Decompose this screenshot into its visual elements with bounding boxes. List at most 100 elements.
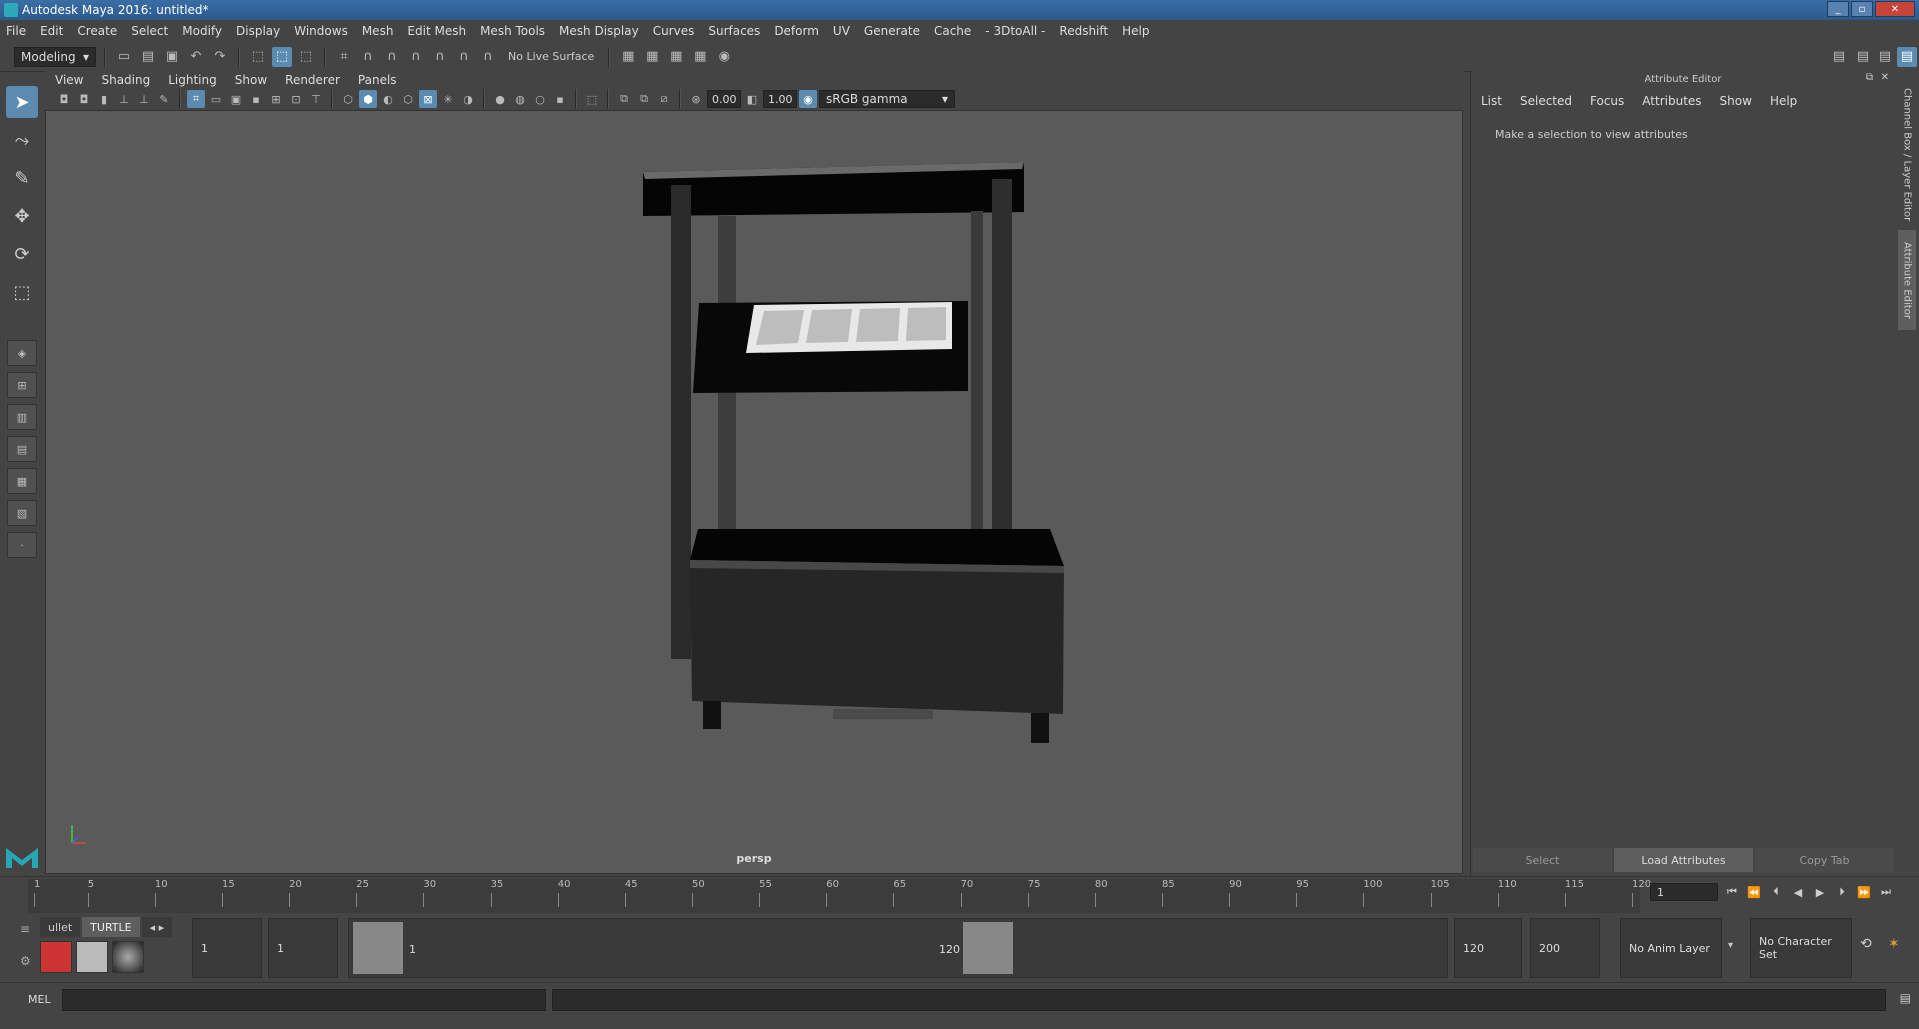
layout-icon[interactable]: ▤ (1829, 47, 1849, 67)
camera-icon[interactable]: ◘ (55, 90, 73, 108)
bookmark-icon[interactable]: ▮ (95, 90, 113, 108)
live-surface-label[interactable]: No Live Surface (508, 50, 594, 63)
lasso-tool-icon[interactable]: ⤳ (6, 124, 38, 156)
smooth-shade-icon[interactable]: ⬢ (359, 90, 377, 108)
range-start-handle[interactable] (353, 922, 403, 974)
attr-menu-focus[interactable]: Focus (1590, 94, 1624, 108)
render-settings-icon[interactable]: ▦ (618, 47, 638, 67)
chevron-down-icon[interactable]: ▾ (1728, 940, 1733, 951)
menu-surfaces[interactable]: Surfaces (708, 24, 760, 38)
panel-menu-panels[interactable]: Panels (358, 73, 397, 87)
hypershade-icon[interactable]: ◉ (714, 47, 734, 67)
playback-start-field[interactable]: 1 (268, 918, 338, 978)
ipr-render-icon[interactable]: ▦ (690, 47, 710, 67)
menu-uv[interactable]: UV (833, 24, 850, 38)
menu-file[interactable]: File (6, 24, 26, 38)
menu-mesh-display[interactable]: Mesh Display (559, 24, 639, 38)
turtle-sphere-icon[interactable] (112, 941, 144, 973)
menu-display[interactable]: Display (236, 24, 280, 38)
menu-edit-mesh[interactable]: Edit Mesh (407, 24, 466, 38)
range-end-handle[interactable] (963, 922, 1013, 974)
scale-tool-icon[interactable]: ⬚ (6, 276, 38, 308)
render-view-icon[interactable]: ▦ (642, 47, 662, 67)
attribute-editor-tab[interactable]: Attribute Editor (1898, 230, 1916, 330)
exposure-field[interactable]: 0.00 (707, 90, 741, 108)
shadows-icon[interactable]: ◑ (459, 90, 477, 108)
maximize-icon[interactable]: ▫ (1851, 1, 1873, 17)
turtle-render-icon[interactable] (40, 941, 72, 973)
menu-curves[interactable]: Curves (653, 24, 695, 38)
menu-deform[interactable]: Deform (774, 24, 819, 38)
undo-icon[interactable]: ↶ (186, 47, 206, 67)
select-tool-icon[interactable]: ➤ (6, 86, 38, 118)
exposure-icon[interactable]: ⊛ (687, 90, 705, 108)
new-scene-icon[interactable]: ▭ (114, 47, 134, 67)
menu-help[interactable]: Help (1122, 24, 1149, 38)
float-panel-icon[interactable]: ⧉ (1866, 72, 1873, 83)
view-transform-dropdown[interactable]: sRGB gamma ▾ (819, 90, 955, 108)
close-icon[interactable]: ✕ (1875, 1, 1915, 17)
ambient-occlusion-icon[interactable]: ● (491, 90, 509, 108)
turtle-bake-icon[interactable] (76, 941, 108, 973)
play-backwards-icon[interactable]: ◀ (1790, 884, 1806, 900)
channel-box-icon[interactable]: ▤ (1897, 46, 1917, 67)
step-forward-frame-icon[interactable]: ⏵ (1834, 884, 1850, 900)
xray-active-icon[interactable]: ⧉ (635, 90, 653, 108)
more-layouts-icon[interactable]: · (7, 532, 37, 558)
single-pane-layout-icon[interactable]: ◈ (7, 340, 37, 366)
outliner-icon[interactable]: ▤ (1853, 47, 1873, 67)
gamma-field[interactable]: 1.00 (763, 90, 797, 108)
step-back-frame-icon[interactable]: ⏴ (1768, 884, 1784, 900)
copy-tab-button[interactable]: Copy Tab (1755, 848, 1894, 872)
attr-menu-selected[interactable]: Selected (1520, 94, 1572, 108)
menu-mesh-tools[interactable]: Mesh Tools (480, 24, 545, 38)
animation-start-field[interactable]: 1 (192, 918, 262, 978)
isolate-select-icon[interactable]: ⬚ (583, 90, 601, 108)
menu-generate[interactable]: Generate (864, 24, 920, 38)
backface-icon[interactable]: ⧄ (655, 90, 673, 108)
menu-redshift[interactable]: Redshift (1059, 24, 1108, 38)
menu-modify[interactable]: Modify (182, 24, 222, 38)
camera-attr-icon[interactable]: ◘ (75, 90, 93, 108)
open-scene-icon[interactable]: ▤ (138, 47, 158, 67)
paint-select-icon[interactable]: ✎ (6, 162, 38, 194)
shelf-tab-turtle[interactable]: TURTLE (82, 917, 140, 937)
select-button[interactable]: Select (1473, 848, 1612, 872)
film-gate-icon[interactable]: ▭ (207, 90, 225, 108)
channel-box-tab[interactable]: Channel Box / Layer Editor (1898, 80, 1916, 230)
snap-curve-icon[interactable]: ∩ (358, 47, 378, 67)
menu-cache[interactable]: Cache (934, 24, 971, 38)
anim-prefs-icon[interactable]: ✶ (1888, 936, 1900, 952)
playback-end-field[interactable]: 120 (1454, 918, 1522, 978)
panel-menu-lighting[interactable]: Lighting (168, 73, 217, 87)
script-editor-icon[interactable]: ▤ (1900, 991, 1911, 1005)
panel-menu-view[interactable]: View (55, 73, 83, 87)
load-attributes-button[interactable]: Load Attributes (1614, 848, 1753, 872)
safe-action-icon[interactable]: ⊡ (287, 90, 305, 108)
image-plane-icon[interactable]: ⊥ (115, 90, 133, 108)
field-chart-icon[interactable]: ⊞ (267, 90, 285, 108)
2d-pan-icon[interactable]: ⊥ (135, 90, 153, 108)
attr-menu-attributes[interactable]: Attributes (1642, 94, 1701, 108)
anti-aliasing-icon[interactable]: ○ (531, 90, 549, 108)
render-current-icon[interactable]: ▦ (666, 47, 686, 67)
wireframe-on-shaded-icon[interactable]: ⬡ (399, 90, 417, 108)
snap-point-icon[interactable]: ∩ (382, 47, 402, 67)
menu--3dtoall-[interactable]: - 3DtoAll - (985, 24, 1045, 38)
auto-key-icon[interactable]: ⟲ (1860, 936, 1872, 952)
menu-select[interactable]: Select (131, 24, 168, 38)
magnet-icon[interactable]: ∩ (478, 47, 498, 67)
select-object-icon[interactable]: ⬚ (272, 46, 292, 67)
four-pane-layout-icon[interactable]: ⊞ (7, 372, 37, 398)
safe-title-icon[interactable]: ⊤ (307, 90, 325, 108)
gate-mask-icon[interactable]: ▪ (247, 90, 265, 108)
menu-edit[interactable]: Edit (40, 24, 63, 38)
mode-dropdown[interactable]: Modeling ▾ (14, 46, 96, 67)
go-to-end-icon[interactable]: ⏭ (1878, 884, 1894, 900)
attr-menu-show[interactable]: Show (1720, 94, 1752, 108)
time-ruler[interactable]: 1 5 10 15 20 25 30 35 40 45 50 55 60 65 70 75 80 85 90 95 10… (28, 879, 1651, 913)
default-material-icon[interactable]: ◐ (379, 90, 397, 108)
close-panel-icon[interactable]: ✕ (1881, 72, 1889, 83)
character-set-dropdown[interactable]: No Character Set (1750, 918, 1852, 978)
outliner-layout-icon[interactable]: ▤ (7, 436, 37, 462)
